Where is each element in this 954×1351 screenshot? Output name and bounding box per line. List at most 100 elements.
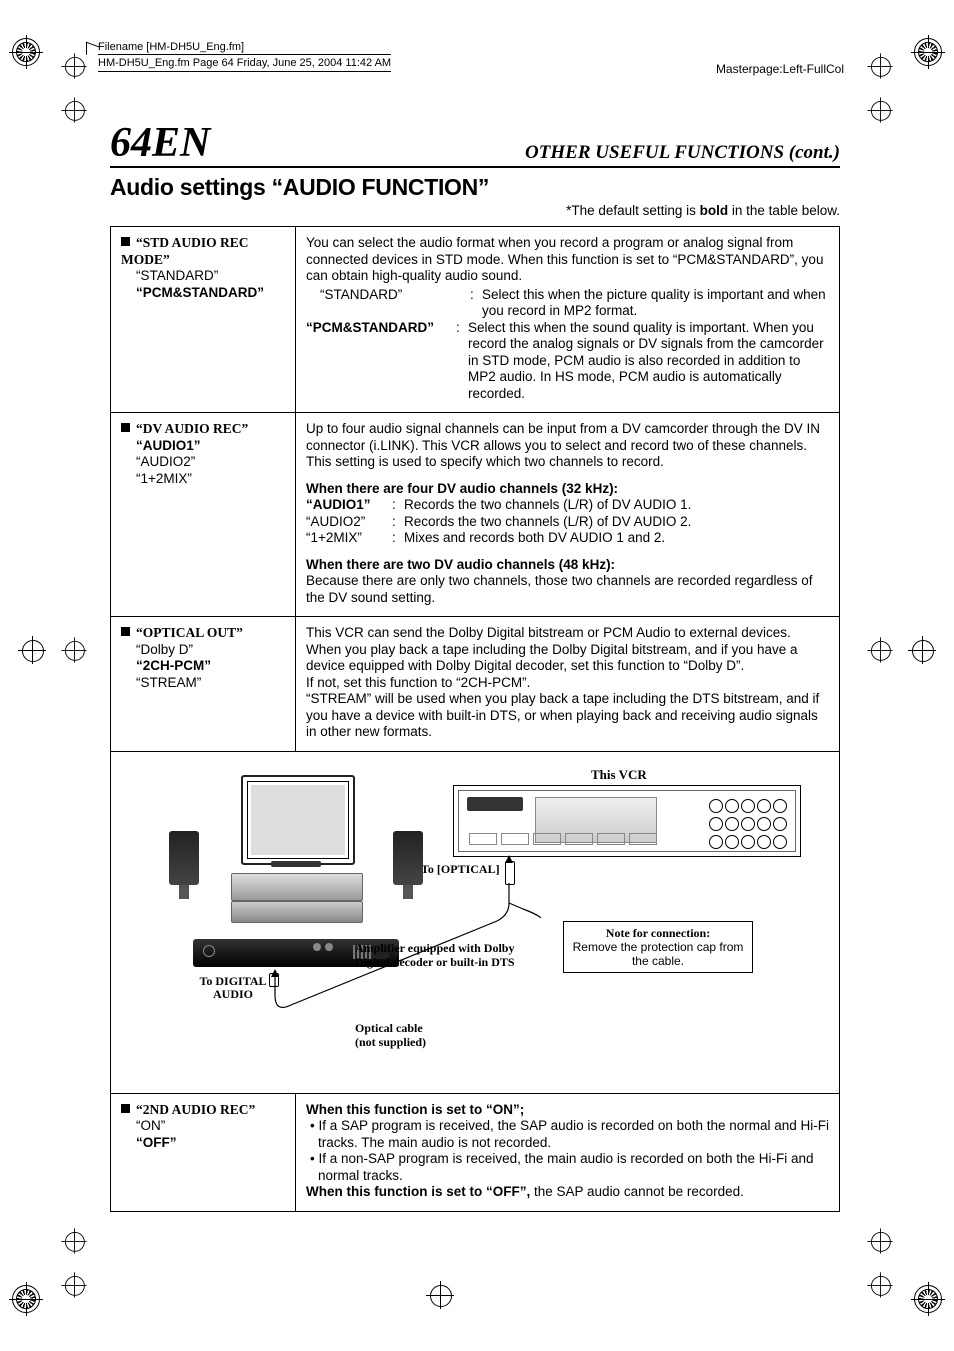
dv-audio-intro: Up to four audio signal channels can be …: [306, 421, 829, 471]
filename-block: Filename [HM-DH5U_Eng.fm] HM-DH5U_Eng.fm…: [98, 40, 391, 72]
std-audio-opt-1: “PCM&STANDARD”: [121, 285, 285, 302]
std-audio-name: “STD AUDIO REC MODE”: [121, 235, 249, 267]
connection-diagram: This VCR To [OPTICAL] To DIGITAL: [110, 751, 840, 1094]
reg-mark-br3: [871, 1232, 889, 1250]
dv-sub4-2-text: Mixes and records both DV AUDIO 1 and 2.: [404, 530, 829, 547]
reg-mark-ml: [65, 641, 83, 659]
dv-sub4-1-text: Records the two channels (L/R) of DV AUD…: [404, 514, 829, 531]
row-std-audio: “STD AUDIO REC MODE” “STANDARD” “PCM&STA…: [111, 227, 840, 413]
page-content: 64EN OTHER USEFUL FUNCTIONS (cont.) Audi…: [110, 122, 840, 1212]
row-second-audio: “2ND AUDIO REC” “ON” “OFF” When this fun…: [111, 1093, 840, 1211]
masterpage-label: Masterpage:Left-FullCol: [716, 62, 844, 76]
page-number-block: 64EN: [110, 122, 210, 164]
optical-opt-2: “STREAM”: [121, 675, 285, 692]
reg-mark-bottom: [430, 1285, 450, 1305]
bullet-icon: [121, 237, 130, 246]
reg-mark-tr3: [871, 101, 889, 119]
std-item-1-label: “PCM&STANDARD”: [306, 320, 456, 403]
second-audio-on-title: When this function is set to “ON”;: [306, 1102, 829, 1119]
std-item-0-label: “STANDARD”: [306, 287, 470, 320]
crop-mark-br: [914, 1285, 942, 1313]
vcr-illustration: [453, 785, 801, 857]
reg-mark-bl3: [65, 1232, 83, 1250]
second-audio-off-line: When this function is set to “OFF”, the …: [306, 1184, 829, 1201]
crop-mark-tl: [12, 38, 40, 66]
dv-audio-opt-1: “AUDIO2”: [121, 454, 285, 471]
crop-mark-tr: [914, 38, 942, 66]
digital-audio-jack-icon: [269, 973, 279, 987]
section-title: Audio settings “AUDIO FUNCTION”: [110, 174, 840, 201]
row-second-audio-left: “2ND AUDIO REC” “ON” “OFF”: [111, 1093, 296, 1211]
tv-base: [271, 861, 321, 867]
crop-mark-bl: [12, 1285, 40, 1313]
section-header: OTHER USEFUL FUNCTIONS (cont.): [525, 142, 840, 164]
settings-table-2: “2ND AUDIO REC” “ON” “OFF” When this fun…: [110, 1093, 840, 1212]
connection-note-box: Note for connection: Remove the protecti…: [563, 921, 753, 973]
second-audio-name: “2ND AUDIO REC”: [136, 1102, 255, 1117]
speaker-right: [393, 831, 423, 885]
row-dv-audio-left: “DV AUDIO REC” “AUDIO1” “AUDIO2” “1+2MIX…: [111, 413, 296, 617]
std-item-1-text: Select this when the sound quality is im…: [468, 320, 829, 403]
optical-opt-1: “2CH-PCM”: [121, 658, 285, 675]
reg-mark-right: [912, 640, 932, 660]
tv-illustration: [241, 775, 355, 865]
dv-sub4-2-label: “1+2MIX”: [306, 530, 392, 547]
second-audio-off-text: the SAP audio cannot be recorded.: [530, 1184, 744, 1199]
settings-table: “STD AUDIO REC MODE” “STANDARD” “PCM&STA…: [110, 226, 840, 752]
dv-audio-name: “DV AUDIO REC”: [136, 421, 248, 436]
dv-sub4-0-label: “AUDIO1”: [306, 497, 392, 514]
default-note-suffix: in the table below.: [728, 203, 840, 218]
vcr-under-tv-2: [231, 901, 363, 923]
amplifier-label: Amplifier equipped with Dolby Digital de…: [355, 941, 525, 969]
to-digital-label: To DIGITAL AUDIO: [183, 975, 283, 1001]
amp-knobs: [313, 943, 333, 951]
reg-mark-bl2: [65, 1276, 83, 1294]
std-audio-intro: You can select the audio format when you…: [306, 235, 829, 285]
row-std-audio-left: “STD AUDIO REC MODE” “STANDARD” “PCM&STA…: [111, 227, 296, 413]
second-audio-off-title: When this function is set to “OFF”,: [306, 1184, 530, 1199]
dv-sub2-title: When there are two DV audio channels (48…: [306, 557, 829, 574]
dv-sub4-1-label: “AUDIO2”: [306, 514, 392, 531]
page-number-suffix: EN: [152, 120, 210, 166]
bullet-icon: [121, 423, 130, 432]
reg-mark-left: [22, 640, 42, 660]
row-dv-audio-right: Up to four audio signal channels can be …: [296, 413, 840, 617]
dv-audio-opt-2: “1+2MIX”: [121, 471, 285, 488]
default-note: *The default setting is bold in the tabl…: [110, 203, 840, 218]
dv-sub4-title: When there are four DV audio channels (3…: [306, 481, 829, 498]
default-note-prefix: *The default setting is: [566, 203, 700, 218]
std-item-0-text: Select this when the picture quality is …: [482, 287, 829, 320]
row-dv-audio: “DV AUDIO REC” “AUDIO1” “AUDIO2” “1+2MIX…: [111, 413, 840, 617]
page-header: 64EN OTHER USEFUL FUNCTIONS (cont.): [110, 122, 840, 168]
connection-note-title: Note for connection:: [570, 926, 746, 940]
dv-sub4-0-text: Records the two channels (L/R) of DV AUD…: [404, 497, 829, 514]
optical-cable-label: Optical cable (not supplied): [355, 1021, 426, 1049]
bullet-icon: [121, 627, 130, 636]
speaker-left: [169, 831, 199, 885]
reg-mark-mr: [871, 641, 889, 659]
diagram-this-vcr-label: This VCR: [591, 767, 647, 783]
optical-name: “OPTICAL OUT”: [136, 625, 243, 640]
dv-sub2-text: Because there are only two channels, tho…: [306, 573, 829, 606]
default-note-bold: bold: [700, 203, 729, 218]
bullet-icon: [121, 1104, 130, 1113]
row-optical-right: This VCR can send the Dolby Digital bits…: [296, 617, 840, 752]
row-std-audio-right: You can select the audio format when you…: [296, 227, 840, 413]
row-optical-left: “OPTICAL OUT” “Dolby D” “2CH-PCM” “STREA…: [111, 617, 296, 752]
vcr-under-tv: [231, 873, 363, 901]
optical-opt-0: “Dolby D”: [121, 642, 285, 659]
second-audio-opt-1: “OFF”: [121, 1135, 285, 1152]
second-audio-on-b1: If a SAP program is received, the SAP au…: [306, 1118, 829, 1151]
second-audio-on-b2: If a non-SAP program is received, the ma…: [306, 1151, 829, 1184]
reg-mark-br2: [871, 1276, 889, 1294]
page-number: 64: [110, 120, 152, 166]
row-second-audio-right: When this function is set to “ON”; If a …: [296, 1093, 840, 1211]
std-audio-opt-0: “STANDARD”: [121, 268, 285, 285]
filename-line2: HM-DH5U_Eng.fm Page 64 Friday, June 25, …: [98, 54, 391, 72]
filename-line1: Filename [HM-DH5U_Eng.fm]: [98, 40, 391, 54]
row-optical: “OPTICAL OUT” “Dolby D” “2CH-PCM” “STREA…: [111, 617, 840, 752]
reg-mark-tr2: [871, 57, 889, 75]
second-audio-opt-0: “ON”: [121, 1118, 285, 1135]
optical-text: This VCR can send the Dolby Digital bits…: [306, 625, 829, 741]
connection-note-body: Remove the protection cap from the cable…: [570, 940, 746, 968]
